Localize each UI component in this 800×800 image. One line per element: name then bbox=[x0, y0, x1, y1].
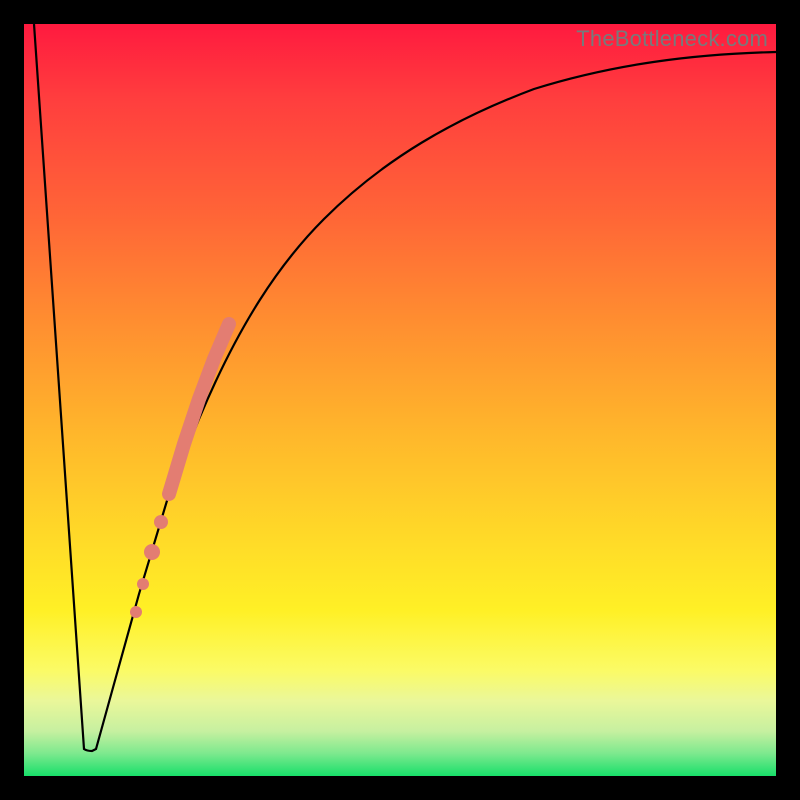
highlight-dot bbox=[144, 544, 160, 560]
highlight-dot bbox=[137, 578, 149, 590]
highlight-segment bbox=[169, 324, 229, 494]
chart-frame: TheBottleneck.com bbox=[0, 0, 800, 800]
highlight-dot bbox=[154, 515, 168, 529]
bottleneck-curve bbox=[34, 24, 776, 751]
plot-area: TheBottleneck.com bbox=[24, 24, 776, 776]
chart-svg bbox=[24, 24, 776, 776]
highlight-dot bbox=[130, 606, 142, 618]
